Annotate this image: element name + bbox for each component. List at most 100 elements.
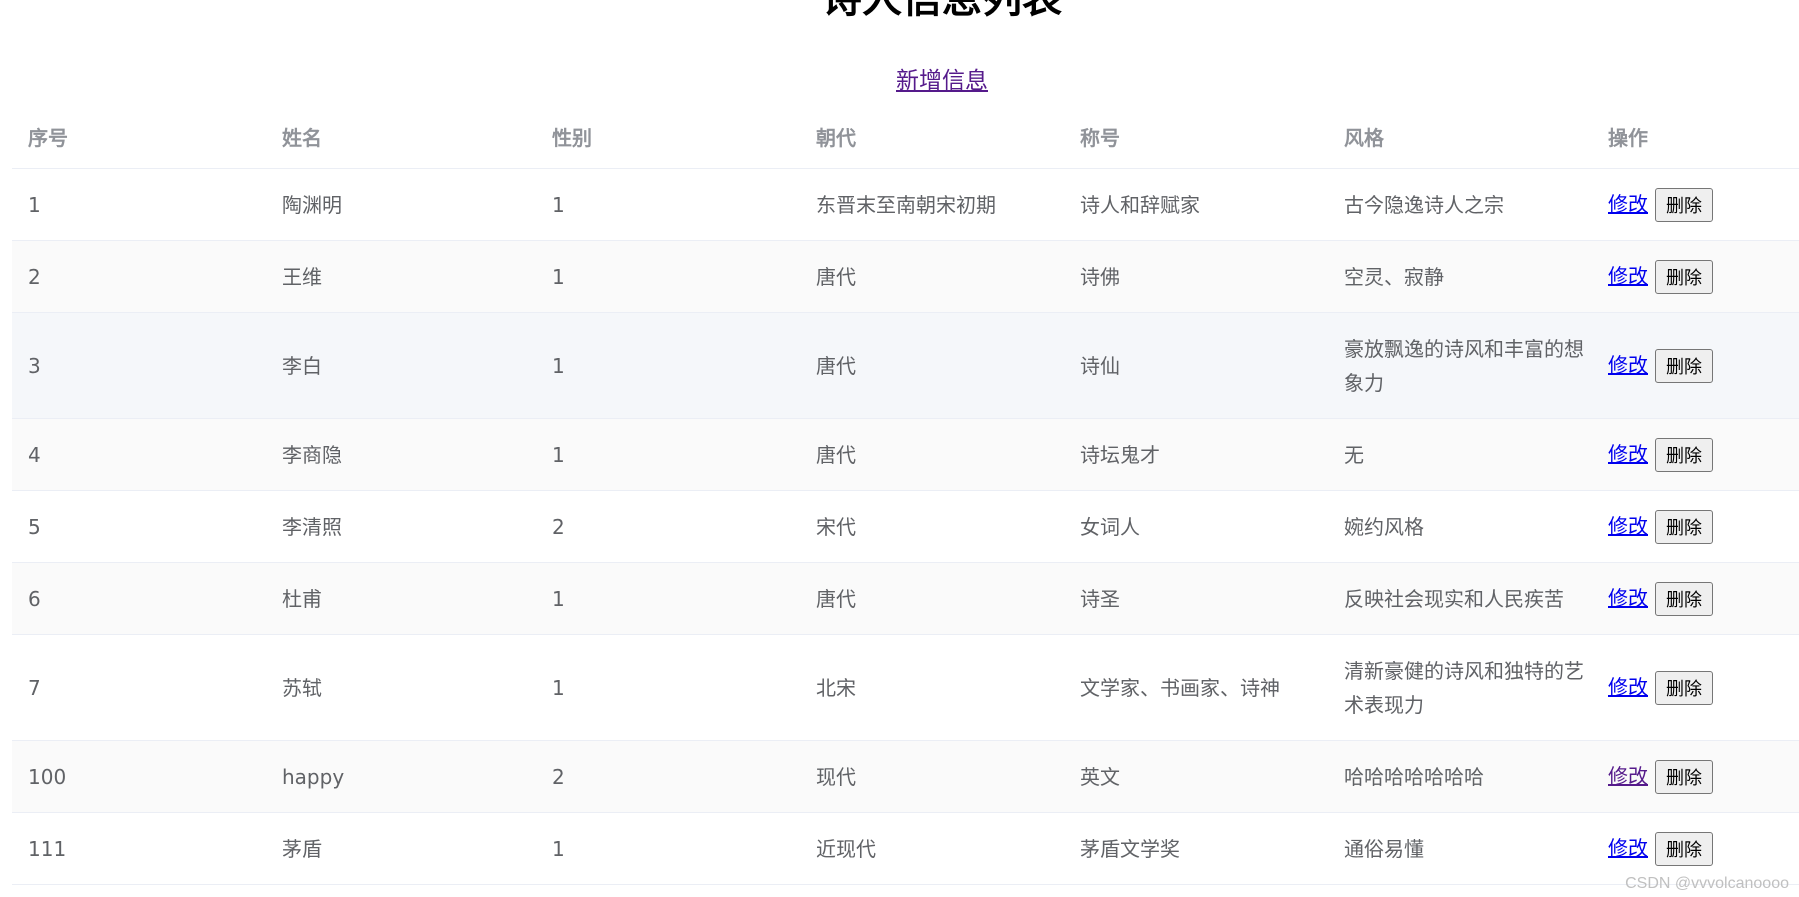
header-id: 序号 bbox=[12, 104, 266, 169]
cell-gender: 1 bbox=[536, 168, 800, 241]
cell-actions: 修改 删除 bbox=[1592, 168, 1799, 241]
cell-honor: 诗圣 bbox=[1064, 562, 1328, 635]
edit-link[interactable]: 修改 bbox=[1608, 836, 1648, 860]
cell-honor: 诗坛鬼才 bbox=[1064, 418, 1328, 491]
cell-dynasty: 宋代 bbox=[800, 490, 1064, 563]
cell-gender: 1 bbox=[536, 634, 800, 741]
header-dynasty: 朝代 bbox=[800, 104, 1064, 169]
add-info-link[interactable]: 新增信息 bbox=[896, 68, 988, 94]
header-gender: 性别 bbox=[536, 104, 800, 169]
table-row: 1 陶渊明 1 东晋末至南朝宋初期 诗人和辞赋家 古今隐逸诗人之宗 修改 删除 bbox=[12, 168, 1799, 241]
header-name: 姓名 bbox=[266, 104, 536, 169]
cell-gender: 1 bbox=[536, 240, 800, 313]
style-text: 哈哈哈哈哈哈哈 bbox=[1344, 764, 1484, 789]
delete-button[interactable]: 删除 bbox=[1655, 582, 1713, 617]
edit-link[interactable]: 修改 bbox=[1608, 586, 1648, 610]
delete-button[interactable]: 删除 bbox=[1655, 760, 1713, 795]
style-text: 豪放飘逸的诗风和丰富的想象力 bbox=[1344, 336, 1584, 395]
cell-id: 4 bbox=[12, 418, 266, 491]
style-text: 反映社会现实和人民疾苦 bbox=[1344, 586, 1564, 611]
delete-button[interactable]: 删除 bbox=[1655, 832, 1713, 867]
delete-button[interactable]: 删除 bbox=[1655, 510, 1713, 545]
table-body: 1 陶渊明 1 东晋末至南朝宋初期 诗人和辞赋家 古今隐逸诗人之宗 修改 删除 2… bbox=[12, 168, 1799, 885]
cell-style: 反映社会现实和人民疾苦 bbox=[1328, 562, 1592, 635]
cell-style: 无 bbox=[1328, 418, 1592, 491]
cell-style: 空灵、寂静 bbox=[1328, 240, 1592, 313]
edit-link[interactable]: 修改 bbox=[1608, 675, 1648, 699]
table-row: 7 苏轼 1 北宋 文学家、书画家、诗神 清新豪健的诗风和独特的艺术表现力 修改… bbox=[12, 634, 1799, 741]
cell-actions: 修改 删除 bbox=[1592, 312, 1799, 419]
cell-dynasty: 唐代 bbox=[800, 418, 1064, 491]
cell-honor: 女词人 bbox=[1064, 490, 1328, 563]
cell-gender: 1 bbox=[536, 562, 800, 635]
cell-style: 古今隐逸诗人之宗 bbox=[1328, 168, 1592, 241]
edit-link[interactable]: 修改 bbox=[1608, 514, 1648, 538]
edit-link[interactable]: 修改 bbox=[1608, 192, 1648, 216]
cell-actions: 修改 删除 bbox=[1592, 634, 1799, 741]
cell-id: 2 bbox=[12, 240, 266, 313]
edit-link[interactable]: 修改 bbox=[1608, 353, 1648, 377]
delete-button[interactable]: 删除 bbox=[1655, 260, 1713, 295]
table-row: 2 王维 1 唐代 诗佛 空灵、寂静 修改 删除 bbox=[12, 240, 1799, 313]
cell-gender: 1 bbox=[536, 418, 800, 491]
cell-name: 茅盾 bbox=[266, 812, 536, 885]
cell-actions: 修改 删除 bbox=[1592, 418, 1799, 491]
cell-id: 6 bbox=[12, 562, 266, 635]
table-row: 6 杜甫 1 唐代 诗圣 反映社会现实和人民疾苦 修改 删除 bbox=[12, 562, 1799, 635]
header-actions: 操作 bbox=[1592, 104, 1799, 169]
cell-actions: 修改 删除 bbox=[1592, 812, 1799, 885]
table-row: 111 茅盾 1 近现代 茅盾文学奖 通俗易懂 修改 删除 bbox=[12, 812, 1799, 885]
delete-button[interactable]: 删除 bbox=[1655, 438, 1713, 473]
delete-button[interactable]: 删除 bbox=[1655, 671, 1713, 706]
cell-dynasty: 北宋 bbox=[800, 634, 1064, 741]
cell-gender: 2 bbox=[536, 740, 800, 813]
cell-dynasty: 近现代 bbox=[800, 812, 1064, 885]
edit-link[interactable]: 修改 bbox=[1608, 764, 1648, 788]
cell-dynasty: 唐代 bbox=[800, 562, 1064, 635]
cell-gender: 2 bbox=[536, 490, 800, 563]
table-row: 3 李白 1 唐代 诗仙 豪放飘逸的诗风和丰富的想象力 修改 删除 bbox=[12, 312, 1799, 419]
cell-dynasty: 现代 bbox=[800, 740, 1064, 813]
poet-table: 序号 姓名 性别 朝代 称号 风格 操作 1 陶渊明 1 东晋末至南朝宋初期 诗… bbox=[12, 104, 1799, 885]
style-text: 婉约风格 bbox=[1344, 514, 1424, 539]
cell-id: 100 bbox=[12, 740, 266, 813]
cell-honor: 文学家、书画家、诗神 bbox=[1064, 634, 1328, 741]
cell-name: 李商隐 bbox=[266, 418, 536, 491]
cell-gender: 1 bbox=[536, 812, 800, 885]
cell-id: 1 bbox=[12, 168, 266, 241]
style-text: 清新豪健的诗风和独特的艺术表现力 bbox=[1344, 658, 1584, 717]
header-honor: 称号 bbox=[1064, 104, 1328, 169]
style-text: 古今隐逸诗人之宗 bbox=[1344, 192, 1504, 217]
cell-name: 李白 bbox=[266, 312, 536, 419]
style-text: 无 bbox=[1344, 442, 1364, 467]
page-title: 诗人信息列表 bbox=[0, 0, 1799, 24]
table-header: 序号 姓名 性别 朝代 称号 风格 操作 bbox=[12, 104, 1799, 169]
cell-style: 豪放飘逸的诗风和丰富的想象力 bbox=[1328, 312, 1592, 419]
edit-link[interactable]: 修改 bbox=[1608, 442, 1648, 466]
cell-honor: 诗人和辞赋家 bbox=[1064, 168, 1328, 241]
table-row: 5 李清照 2 宋代 女词人 婉约风格 修改 删除 bbox=[12, 490, 1799, 563]
cell-style: 清新豪健的诗风和独特的艺术表现力 bbox=[1328, 634, 1592, 741]
cell-gender: 1 bbox=[536, 312, 800, 419]
cell-actions: 修改 删除 bbox=[1592, 240, 1799, 313]
table-row: 100 happy 2 现代 英文 哈哈哈哈哈哈哈 修改 删除 bbox=[12, 740, 1799, 813]
cell-actions: 修改 删除 bbox=[1592, 562, 1799, 635]
watermark: CSDN @vvvolcanoooo bbox=[1625, 875, 1789, 892]
cell-id: 111 bbox=[12, 812, 266, 885]
header-style: 风格 bbox=[1328, 104, 1592, 169]
cell-honor: 诗佛 bbox=[1064, 240, 1328, 313]
table-row: 4 李商隐 1 唐代 诗坛鬼才 无 修改 删除 bbox=[12, 418, 1799, 491]
delete-button[interactable]: 删除 bbox=[1655, 188, 1713, 223]
style-text: 通俗易懂 bbox=[1344, 836, 1424, 861]
edit-link[interactable]: 修改 bbox=[1608, 264, 1648, 288]
cell-style: 哈哈哈哈哈哈哈 bbox=[1328, 740, 1592, 813]
style-text: 空灵、寂静 bbox=[1344, 264, 1444, 289]
page: 诗人信息列表 新增信息 序号 姓名 性别 朝代 称号 风格 操作 1 陶渊明 1… bbox=[0, 0, 1799, 897]
cell-name: 李清照 bbox=[266, 490, 536, 563]
cell-honor: 茅盾文学奖 bbox=[1064, 812, 1328, 885]
cell-style: 通俗易懂 bbox=[1328, 812, 1592, 885]
cell-id: 3 bbox=[12, 312, 266, 419]
cell-dynasty: 东晋末至南朝宋初期 bbox=[800, 168, 1064, 241]
delete-button[interactable]: 删除 bbox=[1655, 349, 1713, 384]
cell-name: happy bbox=[266, 740, 536, 813]
